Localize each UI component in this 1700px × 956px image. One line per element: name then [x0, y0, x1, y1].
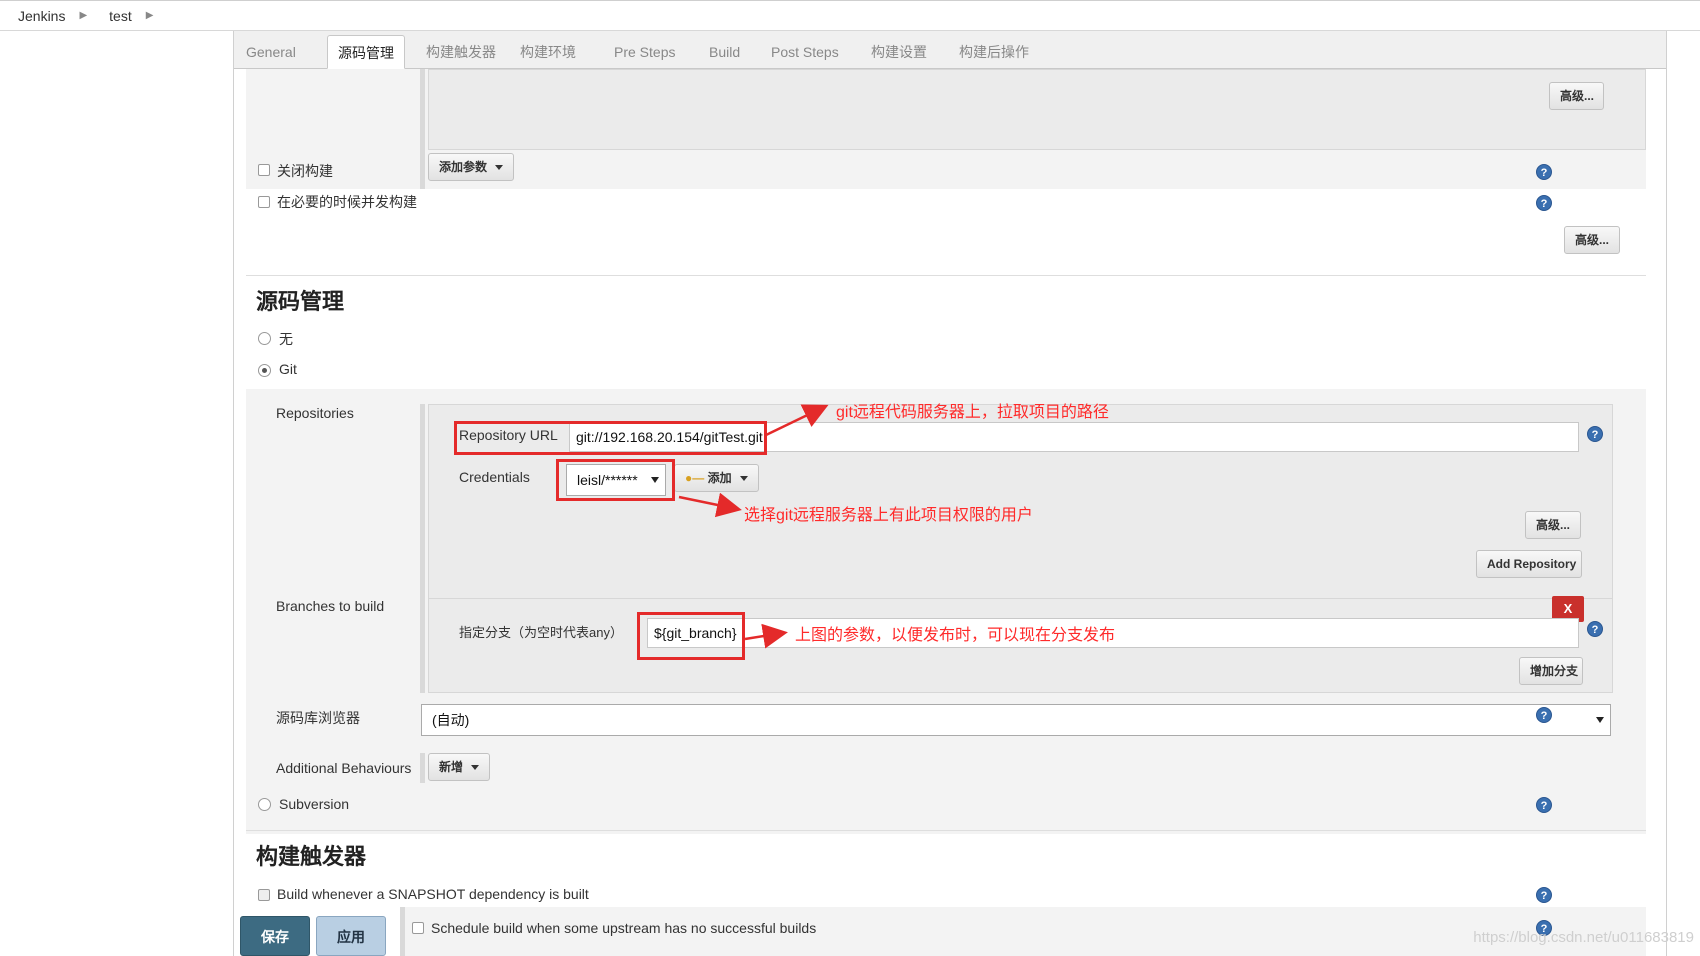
section-bar [400, 907, 405, 956]
tab-scm[interactable]: 源码管理 [327, 35, 405, 69]
annotation-box-branch [637, 612, 745, 660]
caret-down-icon [471, 765, 480, 771]
repo-browser-select[interactable]: (自动) [421, 704, 1611, 736]
upstream-checkbox[interactable] [412, 922, 424, 934]
section-bar [420, 753, 425, 783]
concurrent-build-checkbox[interactable] [258, 196, 270, 208]
add-branch-button[interactable]: 增加分支 [1519, 657, 1583, 685]
annotation-credentials: 选择git远程服务器上有此项目权限的用户 [744, 507, 1033, 524]
scm-none-radio[interactable] [258, 332, 271, 345]
add-repository-button[interactable]: Add Repository [1476, 550, 1582, 578]
tab-general[interactable]: General [236, 35, 306, 69]
section-bar [420, 404, 425, 617]
triggers-title: 构建触发器 [256, 844, 367, 869]
scm-title: 源码管理 [256, 289, 345, 314]
dropdown-arrow-icon [1596, 717, 1604, 723]
watermark: https://blog.csdn.net/u011683819 [1473, 929, 1694, 946]
repo-browser-label: 源码库浏览器 [276, 710, 360, 726]
caret-down-icon [739, 476, 748, 482]
tab-post-steps[interactable]: Post Steps [761, 35, 849, 69]
tab-post-build[interactable]: 构建后操作 [949, 35, 1039, 69]
breadcrumb-jenkins[interactable]: Jenkins [18, 8, 65, 24]
scm-subversion-radio[interactable] [258, 798, 271, 811]
scm-git-label: Git [279, 361, 297, 377]
save-button[interactable]: 保存 [240, 916, 310, 956]
additional-behaviours-label: Additional Behaviours [276, 760, 412, 776]
tab-pre-steps[interactable]: Pre Steps [604, 35, 685, 69]
tab-build-env[interactable]: 构建环境 [510, 35, 586, 69]
credentials-label: Credentials [459, 469, 530, 485]
branches-label: Branches to build [276, 598, 385, 614]
help-icon[interactable]: ? [1536, 707, 1552, 723]
disable-build-checkbox[interactable] [258, 164, 270, 176]
apply-button[interactable]: 应用 [316, 916, 386, 956]
help-icon[interactable]: ? [1587, 621, 1603, 637]
section-divider [246, 275, 1646, 276]
add-credentials-button[interactable]: ●— 添加 [674, 464, 759, 492]
section-bar [420, 598, 425, 693]
add-behaviour-label: 新增 [439, 760, 464, 774]
concurrent-build-label: 在必要的时候并发构建 [277, 194, 417, 210]
upstream-label: Schedule build when some upstream has no… [431, 920, 817, 936]
help-icon[interactable]: ? [1536, 797, 1552, 813]
chevron-right-icon: ▶ [145, 10, 154, 21]
section-divider [246, 830, 1646, 831]
general-advanced-button[interactable]: 高级... [1564, 226, 1620, 254]
add-credentials-label: 添加 [707, 471, 732, 485]
config-panel: General 源码管理 构建触发器 构建环境 Pre Steps Build … [233, 31, 1667, 956]
scm-subversion-label: Subversion [279, 796, 350, 812]
add-param-label: 添加参数 [439, 160, 488, 174]
config-tabs: General 源码管理 构建触发器 构建环境 Pre Steps Build … [234, 31, 1666, 69]
add-param-button[interactable]: 添加参数 [428, 153, 515, 181]
tab-triggers[interactable]: 构建触发器 [416, 35, 506, 69]
repositories-label: Repositories [276, 405, 354, 421]
tab-build[interactable]: Build [699, 35, 750, 69]
repo-browser-value: (自动) [432, 712, 470, 728]
section-bar [420, 69, 425, 189]
chevron-right-icon: ▶ [79, 10, 88, 21]
annotation-box-credentials [556, 459, 675, 501]
repo-advanced-button[interactable]: 高级... [1525, 511, 1581, 539]
branch-spec-label: 指定分支（为空时代表any） [459, 625, 623, 640]
scm-git-radio[interactable] [258, 364, 271, 377]
params-advanced-button[interactable]: 高级... [1549, 82, 1604, 110]
help-icon[interactable]: ? [1536, 195, 1552, 211]
key-icon: ●— [685, 471, 705, 485]
tab-build-settings[interactable]: 构建设置 [861, 35, 937, 69]
breadcrumb: Jenkins ▶ test ▶ [0, 0, 1700, 31]
add-behaviour-button[interactable]: 新增 [428, 753, 491, 781]
help-icon[interactable]: ? [1536, 887, 1552, 903]
caret-down-icon [495, 165, 504, 171]
scm-none-label: 无 [279, 331, 293, 347]
help-icon[interactable]: ? [1587, 426, 1603, 442]
annotation-box-repo-url [454, 421, 767, 455]
breadcrumb-test[interactable]: test [109, 8, 132, 24]
snapshot-label: Build whenever a SNAPSHOT dependency is … [277, 886, 589, 902]
params-inner [428, 69, 1646, 150]
help-icon[interactable]: ? [1536, 164, 1552, 180]
annotation-branch: 上图的参数，以便发布时，可以现在分支发布 [795, 627, 1116, 644]
snapshot-checkbox[interactable] [258, 889, 270, 901]
annotation-repo-url: git远程代码服务器上，拉取项目的路径 [836, 404, 1109, 421]
disable-build-label: 关闭构建 [277, 163, 333, 179]
